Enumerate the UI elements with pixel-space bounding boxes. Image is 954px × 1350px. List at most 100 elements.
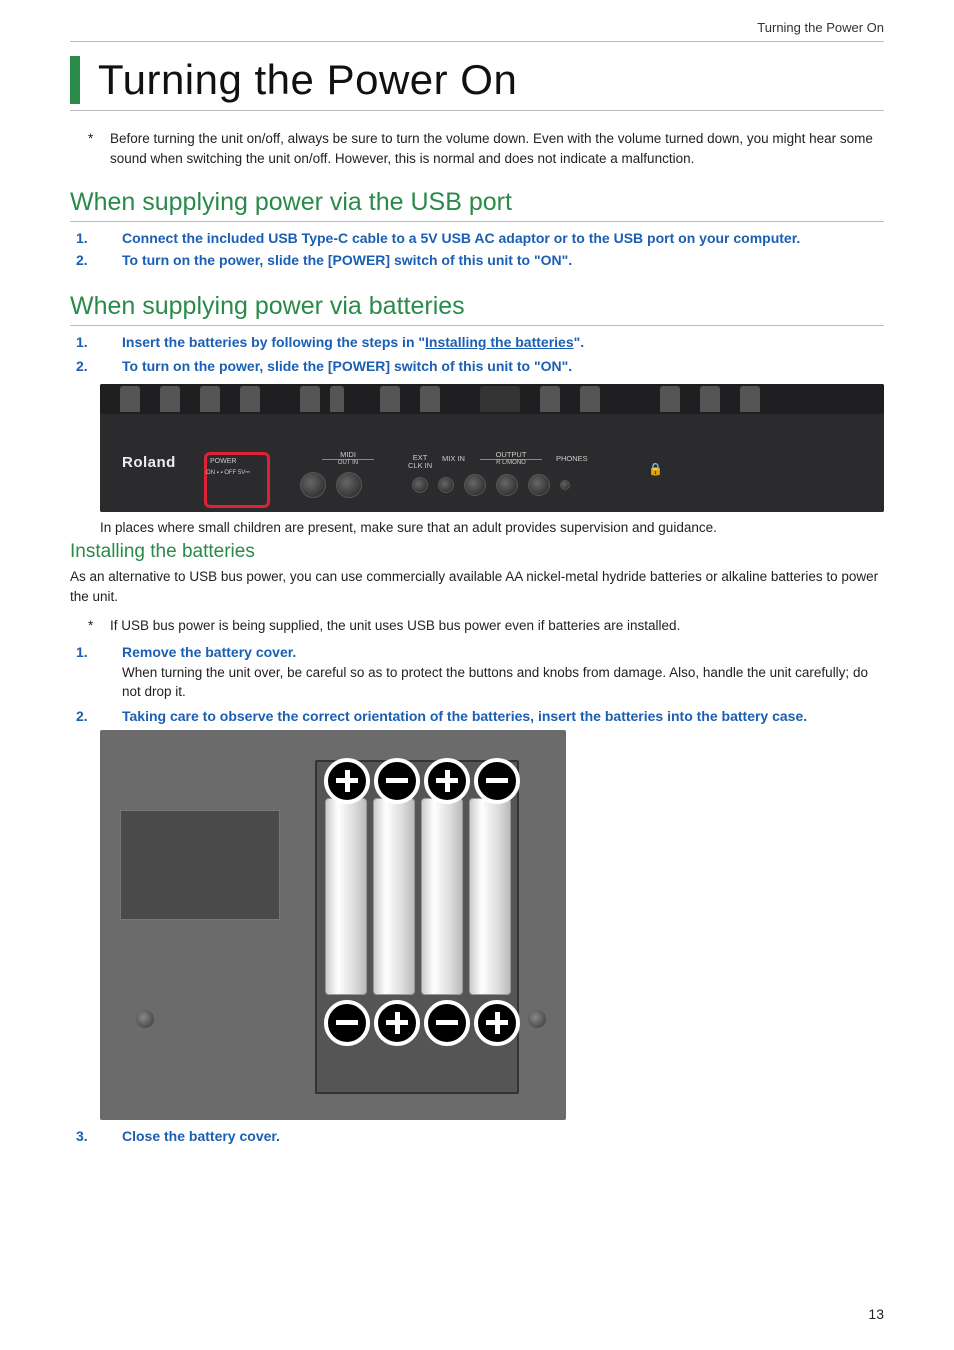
knob-icon bbox=[540, 386, 560, 412]
supervision-caption: In places where small children are prese… bbox=[100, 520, 884, 535]
mixin-jack-icon bbox=[438, 477, 454, 493]
polarity-row-top bbox=[322, 758, 522, 804]
note-text: Before turning the unit on/off, always b… bbox=[110, 129, 884, 168]
asterisk-marker: * bbox=[88, 129, 110, 168]
plus-icon bbox=[424, 758, 470, 804]
battery-slot-icon bbox=[373, 798, 415, 995]
install-note: * If USB bus power is being supplied, th… bbox=[88, 616, 884, 636]
knob-icon bbox=[660, 386, 680, 412]
step-number: 3. bbox=[70, 1128, 122, 1144]
screw-icon bbox=[136, 1010, 154, 1028]
knob-icon bbox=[240, 386, 260, 412]
step-number: 1. bbox=[70, 644, 122, 702]
plus-icon bbox=[374, 1000, 420, 1046]
knob-icon bbox=[300, 386, 320, 412]
knob-icon bbox=[120, 386, 140, 412]
battery-compartment-image bbox=[100, 730, 566, 1120]
label: R L/MONO bbox=[476, 460, 546, 466]
step-number: 1. bbox=[70, 334, 122, 352]
step-text: To turn on the power, slide the [POWER] … bbox=[122, 358, 884, 374]
step-prefix: Insert the batteries by following the st… bbox=[122, 334, 425, 350]
page-number: 13 bbox=[868, 1306, 884, 1322]
step-text: To turn on the power, slide the [POWER] … bbox=[122, 252, 884, 268]
knob-icon bbox=[580, 386, 600, 412]
minus-icon bbox=[374, 758, 420, 804]
ext-clk-jack-icon bbox=[412, 477, 428, 493]
batt-steps: 1. Insert the batteries by following the… bbox=[70, 334, 884, 374]
knob-icon bbox=[480, 386, 520, 412]
mixin-label: MIX IN bbox=[442, 454, 465, 463]
output-l-jack-icon bbox=[496, 474, 518, 496]
jack-row bbox=[300, 472, 570, 498]
phones-jack-icon bbox=[528, 474, 550, 496]
list-item: 2. To turn on the power, slide the [POWE… bbox=[70, 252, 884, 268]
breadcrumb: Turning the Power On bbox=[70, 20, 884, 35]
asterisk-marker: * bbox=[88, 616, 110, 636]
label: MIDI bbox=[322, 450, 374, 460]
plus-icon bbox=[474, 1000, 520, 1046]
minus-icon bbox=[324, 1000, 370, 1046]
battery-slot-icon bbox=[325, 798, 367, 995]
step-number: 2. bbox=[70, 708, 122, 724]
list-item: 1. Remove the battery cover. When turnin… bbox=[70, 644, 884, 702]
install-steps: 1. Remove the battery cover. When turnin… bbox=[70, 644, 884, 724]
knob-row bbox=[100, 384, 884, 414]
top-note: * Before turning the unit on/off, always… bbox=[88, 129, 884, 168]
step-number: 2. bbox=[70, 358, 122, 374]
step-text: Taking care to observe the correct orien… bbox=[122, 708, 884, 724]
step-text: Insert the batteries by following the st… bbox=[122, 334, 884, 352]
step-text: Remove the battery cover. bbox=[122, 644, 884, 660]
plus-icon bbox=[324, 758, 370, 804]
list-item: 1. Insert the batteries by following the… bbox=[70, 334, 884, 352]
lock-icon: 🔒 bbox=[648, 462, 663, 476]
subsection-installing-batteries: Installing the batteries bbox=[70, 541, 884, 563]
compliance-label-icon bbox=[120, 810, 280, 920]
label: OUTPUT bbox=[480, 450, 542, 460]
midi-in-jack-icon bbox=[336, 472, 362, 498]
output-label: OUTPUT R L/MONO bbox=[476, 450, 546, 466]
rear-panel-image: Roland POWER ON ▪ ▪ OFF 5V⎓ MIDI OUT IN … bbox=[100, 384, 884, 512]
usb-steps: 1. Connect the included USB Type-C cable… bbox=[70, 230, 884, 268]
midi-label: MIDI OUT IN bbox=[318, 450, 378, 466]
divider bbox=[70, 110, 884, 111]
brand-logo: Roland bbox=[122, 454, 176, 471]
knob-icon bbox=[700, 386, 720, 412]
step-body: Remove the battery cover. When turning t… bbox=[122, 644, 884, 702]
polarity-row-bottom bbox=[322, 1000, 522, 1046]
phones-label: PHONES bbox=[556, 454, 588, 463]
label: OUT IN bbox=[318, 460, 378, 466]
power-label: POWER bbox=[210, 458, 236, 465]
step-number: 2. bbox=[70, 252, 122, 268]
list-item: 1. Connect the included USB Type-C cable… bbox=[70, 230, 884, 246]
knob-icon bbox=[740, 386, 760, 412]
battery-slot-icon bbox=[469, 798, 511, 995]
output-r-jack-icon bbox=[464, 474, 486, 496]
step-number: 1. bbox=[70, 230, 122, 246]
install-steps-cont: 3. Close the battery cover. bbox=[70, 1128, 884, 1144]
list-item: 3. Close the battery cover. bbox=[70, 1128, 884, 1144]
minus-icon bbox=[474, 758, 520, 804]
link-installing-batteries[interactable]: Installing the batteries bbox=[425, 334, 574, 350]
install-intro: As an alternative to USB bus power, you … bbox=[70, 567, 884, 606]
midi-out-jack-icon bbox=[300, 472, 326, 498]
minus-icon bbox=[424, 1000, 470, 1046]
dot-icon bbox=[560, 480, 570, 490]
onoff-label: ON ▪ ▪ OFF 5V⎓ bbox=[206, 470, 250, 477]
ext-clk-label: EXT CLK IN bbox=[408, 454, 432, 469]
list-item: 2. Taking care to observe the correct or… bbox=[70, 708, 884, 724]
divider bbox=[70, 41, 884, 42]
step-text: Connect the included USB Type-C cable to… bbox=[122, 230, 884, 246]
note-text: If USB bus power is being supplied, the … bbox=[110, 616, 680, 636]
battery-slot-icon bbox=[421, 798, 463, 995]
screw-icon bbox=[528, 1010, 546, 1028]
page-title: Turning the Power On bbox=[98, 56, 884, 104]
title-bar: Turning the Power On bbox=[70, 56, 884, 104]
step-subtext: When turning the unit over, be careful s… bbox=[122, 664, 884, 702]
knob-icon bbox=[380, 386, 400, 412]
section-heading-batteries: When supplying power via batteries bbox=[70, 292, 884, 326]
knob-icon bbox=[330, 386, 344, 412]
knob-icon bbox=[160, 386, 180, 412]
step-text: Close the battery cover. bbox=[122, 1128, 884, 1144]
step-suffix: ". bbox=[574, 334, 585, 350]
section-heading-usb: When supplying power via the USB port bbox=[70, 188, 884, 222]
